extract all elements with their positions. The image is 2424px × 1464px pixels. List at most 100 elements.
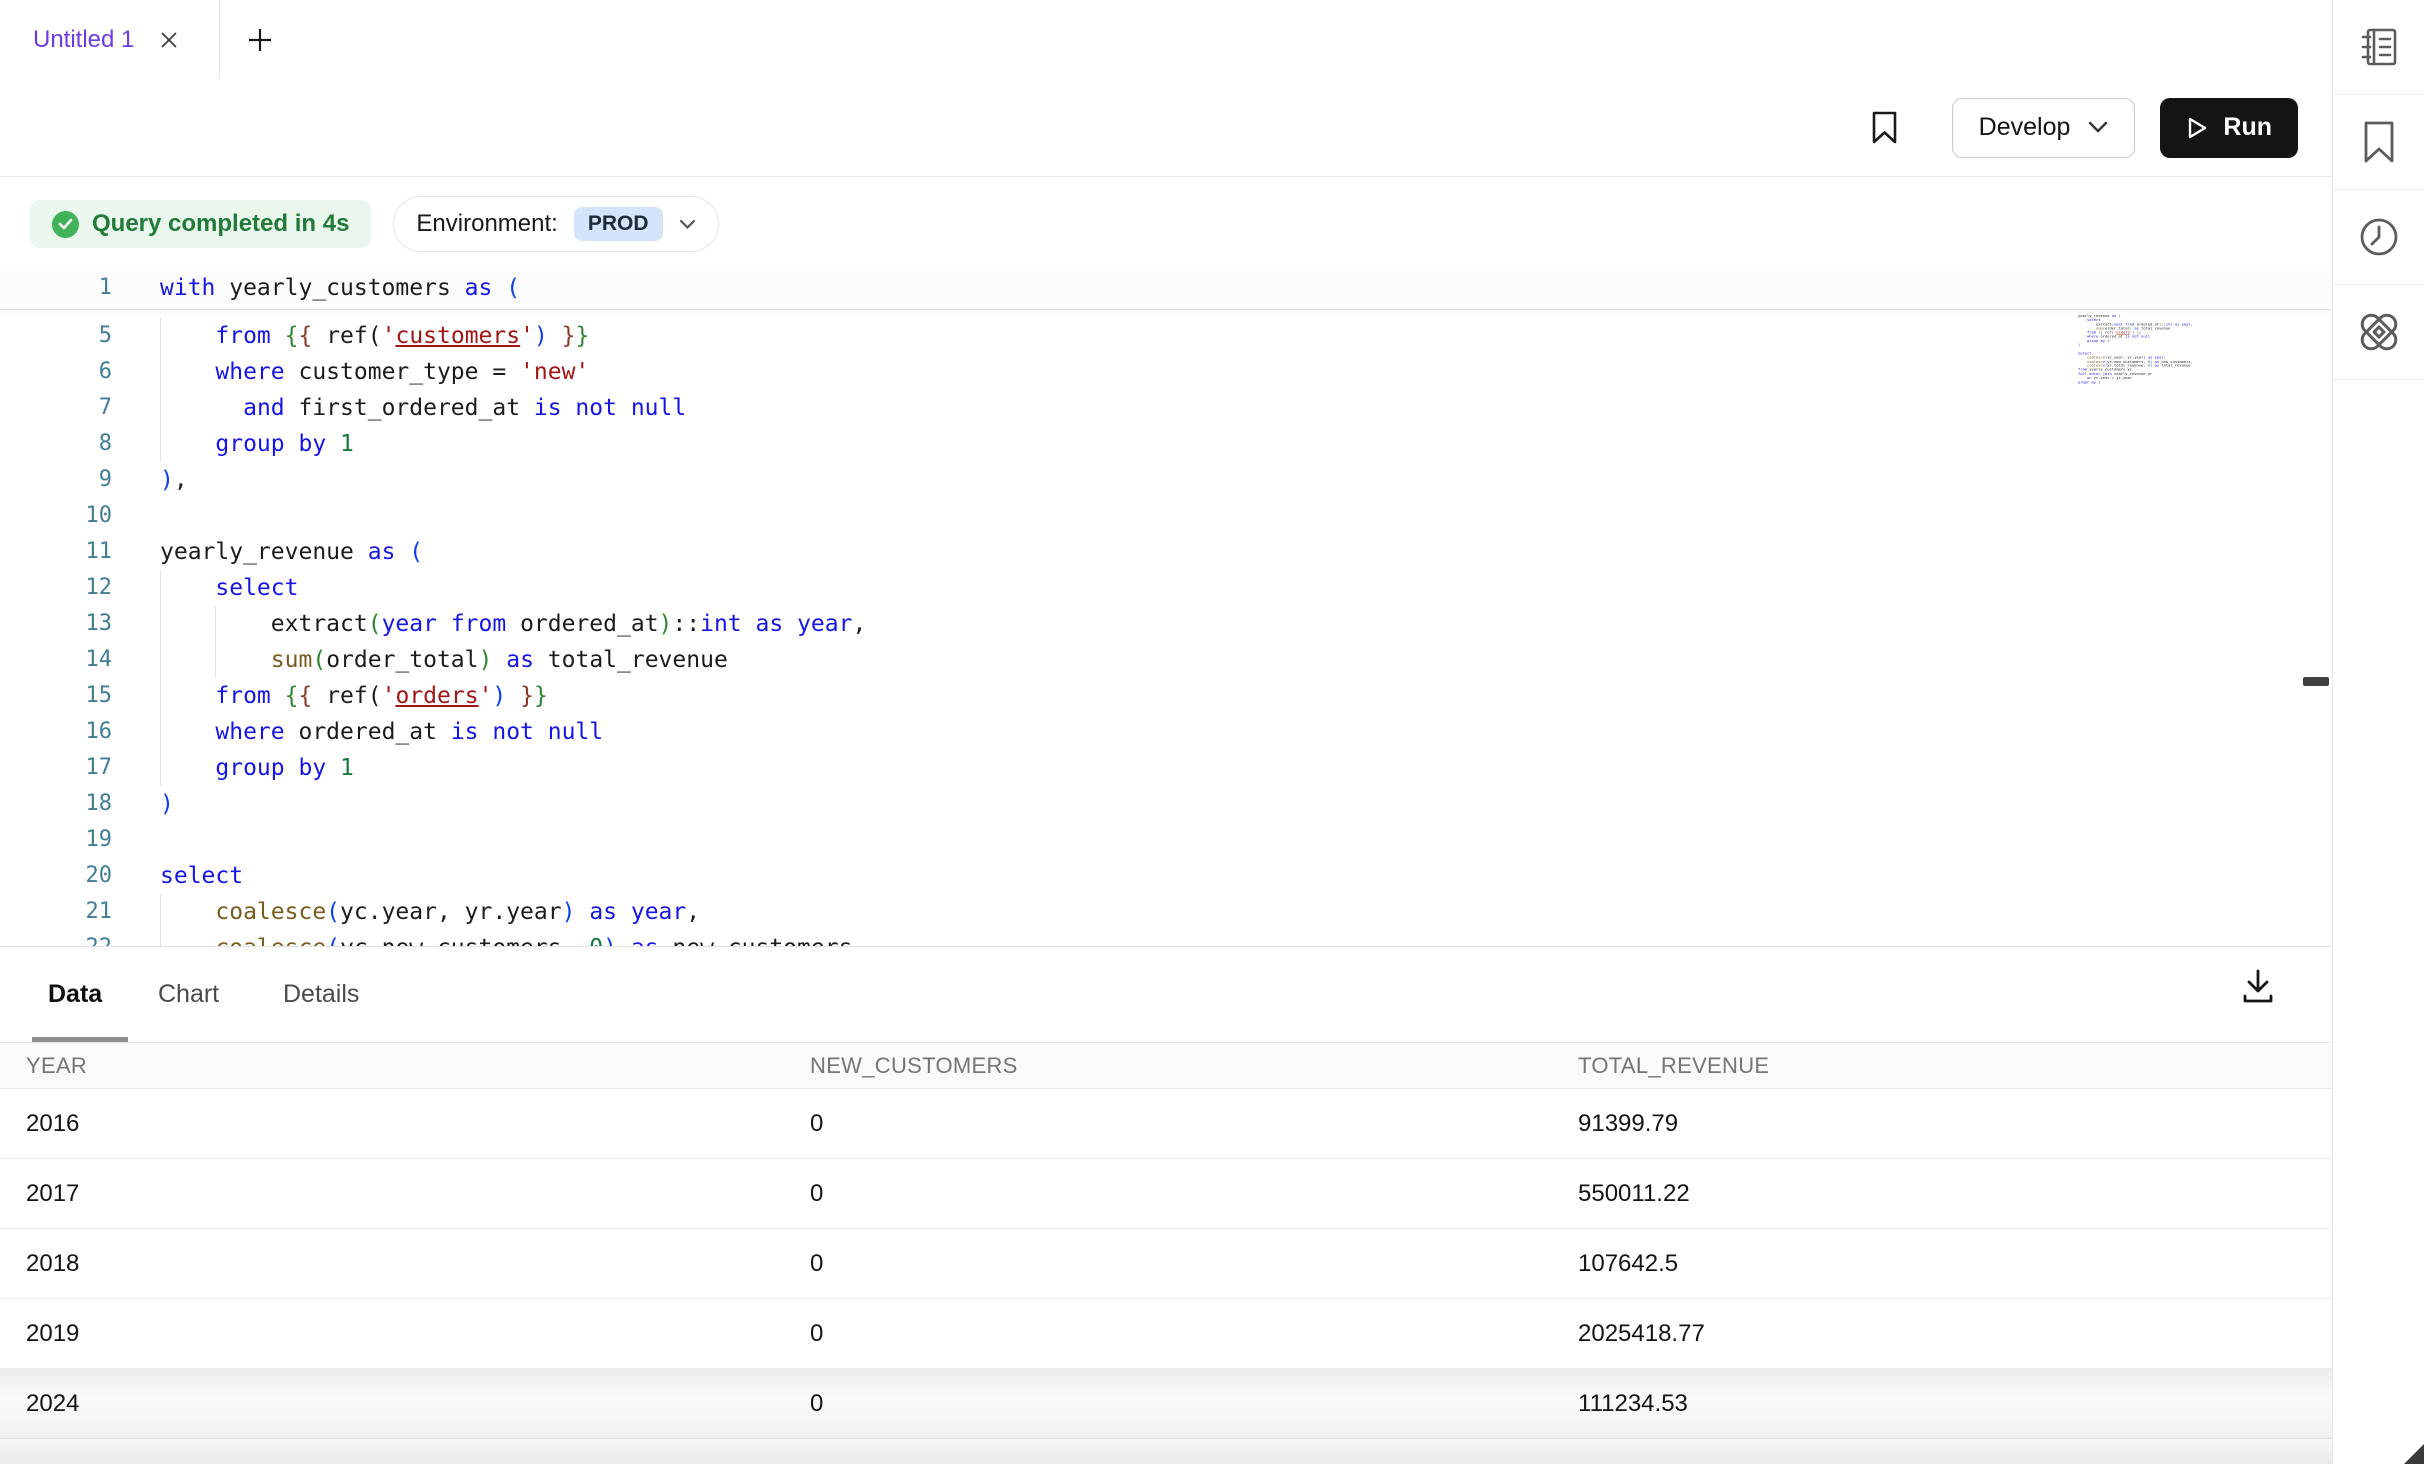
results-table: 2016091399.7920170550011.2220180107642.5… <box>0 1089 2332 1439</box>
line-number: 12 <box>0 570 112 606</box>
download-button[interactable] <box>2238 963 2278 1009</box>
line-number: 22 <box>0 930 112 946</box>
chevron-down-icon <box>2088 121 2108 134</box>
code-text: and first_ordered_at is not null <box>160 390 686 426</box>
line-number: 7 <box>0 390 112 426</box>
line-number: 9 <box>0 462 112 498</box>
table-cell: 550011.22 <box>1578 1159 1690 1228</box>
environment-selector[interactable]: Environment: PROD <box>393 196 718 252</box>
status-row: Query completed in 4s Environment: PROD <box>0 186 719 262</box>
code-text: select <box>160 570 298 606</box>
sql-editor[interactable]: 1 with yearly_customers as ( 5 from {{ re… <box>0 270 2332 946</box>
code-line[interactable]: 17 group by 1 <box>0 750 2332 786</box>
table-cell: 2018 <box>26 1229 79 1298</box>
develop-label: Develop <box>1979 113 2071 142</box>
code-line[interactable]: 22 coalesce(yc.new_customers, 0) as new_… <box>0 930 2332 946</box>
line-number: 16 <box>0 714 112 750</box>
line-number: 21 <box>0 894 112 930</box>
table-row[interactable]: 2016091399.79 <box>0 1089 2332 1159</box>
code-text: where ordered_at is not null <box>160 714 603 750</box>
code-text: select <box>160 858 243 894</box>
line-number: 10 <box>0 498 112 534</box>
tab-untitled-1[interactable]: Untitled 1 <box>0 0 220 79</box>
code-line[interactable]: 11 yearly_revenue as ( <box>0 534 2332 570</box>
code-line[interactable]: 15 from {{ ref('orders') }} <box>0 678 2332 714</box>
line-number: 20 <box>0 858 112 894</box>
code-line[interactable]: 9), <box>0 462 2332 498</box>
line-number: 5 <box>0 318 112 354</box>
line-number: 18 <box>0 786 112 822</box>
resize-grip[interactable] <box>2404 1444 2424 1464</box>
code-text: extract(year from ordered_at)::int as ye… <box>160 606 866 642</box>
table-hscrollbar[interactable] <box>0 1438 2332 1464</box>
code-line[interactable]: 14 sum(order_total) as total_revenue <box>0 642 2332 678</box>
tab-chart[interactable]: Chart <box>158 947 219 1042</box>
code-line[interactable]: 16 where ordered_at is not null <box>0 714 2332 750</box>
table-cell: 91399.79 <box>1578 1089 1678 1158</box>
code-line[interactable]: 19 <box>0 822 2332 858</box>
run-label: Run <box>2223 113 2272 142</box>
editor-scrollbar-thumb[interactable] <box>2303 677 2329 686</box>
table-cell: 0 <box>810 1299 823 1368</box>
table-row[interactable]: 201902025418.77 <box>0 1299 2332 1369</box>
line-number: 14 <box>0 642 112 678</box>
toolbar: Develop Run <box>0 79 2332 177</box>
sidebar-item-notebook[interactable] <box>2333 0 2424 95</box>
code-line[interactable]: 20 select <box>0 858 2332 894</box>
code-text: yearly_revenue as ( <box>160 534 423 570</box>
code-text: group by 1 <box>160 426 354 462</box>
code-line: with yearly_customers as ( <box>160 270 520 306</box>
code-line[interactable]: 6 where customer_type = 'new' <box>0 354 2332 390</box>
table-row[interactable]: 20170550011.22 <box>0 1159 2332 1229</box>
query-status-badge: Query completed in 4s <box>30 200 371 248</box>
sidebar-item-bookmarks[interactable] <box>2333 95 2424 190</box>
table-cell: 2019 <box>26 1299 79 1368</box>
column-header-total-revenue: TOTAL_REVENUE <box>1578 1043 1769 1088</box>
bookmark-button[interactable] <box>1871 111 1898 145</box>
code-line[interactable]: 18) <box>0 786 2332 822</box>
column-header-new-customers: NEW_CUSTOMERS <box>810 1043 1018 1088</box>
code-text: coalesce(yc.new_customers, 0) as new_cus… <box>160 930 866 946</box>
code-line[interactable]: 21 coalesce(yc.year, yr.year) as year, <box>0 894 2332 930</box>
tab-details[interactable]: Details <box>283 947 359 1042</box>
table-cell: 0 <box>810 1369 823 1438</box>
code-text: from {{ ref('orders') }} <box>160 678 548 714</box>
run-button[interactable]: Run <box>2160 98 2298 158</box>
table-header: YEAR NEW_CUSTOMERS TOTAL_REVENUE <box>0 1043 2332 1089</box>
tab-data[interactable]: Data <box>48 947 102 1042</box>
table-cell: 2016 <box>26 1089 79 1158</box>
code-line[interactable]: 5 from {{ ref('customers') }} <box>0 318 2332 354</box>
table-cell: 107642.5 <box>1578 1229 1678 1298</box>
right-sidebar <box>2332 0 2424 1464</box>
code-line[interactable]: 10 <box>0 498 2332 534</box>
notebook-icon <box>2357 25 2401 69</box>
new-tab-button[interactable] <box>246 26 274 54</box>
table-row[interactable]: 20180107642.5 <box>0 1229 2332 1299</box>
line-number: 11 <box>0 534 112 570</box>
code-line[interactable]: 12 select <box>0 570 2332 606</box>
play-icon <box>2186 116 2209 140</box>
plus-icon <box>246 26 274 54</box>
tab-strip: Untitled 1 <box>0 0 2332 80</box>
close-icon[interactable] <box>158 29 180 51</box>
lineage-knot-icon <box>2356 309 2402 355</box>
results-panel: Data Chart Details YEAR NEW_CUSTOMERS TO… <box>0 946 2332 1464</box>
line-number: 1 <box>0 270 112 306</box>
table-cell: 0 <box>810 1159 823 1228</box>
sidebar-item-lineage[interactable] <box>2333 285 2424 380</box>
table-row[interactable]: 20240111234.53 <box>0 1369 2332 1439</box>
query-status-text: Query completed in 4s <box>92 210 349 238</box>
code-text: where customer_type = 'new' <box>160 354 589 390</box>
sidebar-item-history[interactable] <box>2333 190 2424 285</box>
sticky-scroll-line[interactable]: 1 with yearly_customers as ( <box>0 270 2332 310</box>
develop-button[interactable]: Develop <box>1952 98 2136 158</box>
environment-label: Environment: <box>416 210 557 238</box>
code-line[interactable]: 7 and first_ordered_at is not null <box>0 390 2332 426</box>
chevron-down-icon <box>679 219 696 230</box>
code-text: ), <box>160 462 188 498</box>
code-line[interactable]: 8 group by 1 <box>0 426 2332 462</box>
table-cell: 111234.53 <box>1578 1369 1688 1438</box>
line-number: 19 <box>0 822 112 858</box>
column-header-year: YEAR <box>26 1043 87 1088</box>
code-line[interactable]: 13 extract(year from ordered_at)::int as… <box>0 606 2332 642</box>
